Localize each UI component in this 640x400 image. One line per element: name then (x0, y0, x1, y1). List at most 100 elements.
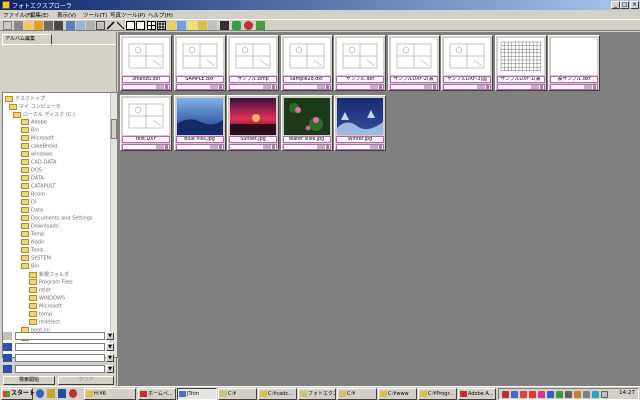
thumbnail-item[interactable]: サンプルDXF-2(表 (387, 35, 440, 91)
tree-item[interactable]: DATA (21, 175, 44, 183)
menu-photo-tools[interactable]: 写真ツール(P) (110, 11, 145, 19)
thumbnail-image[interactable] (230, 98, 276, 135)
thumbnail-image[interactable] (176, 98, 223, 135)
thumbnail-image[interactable] (283, 98, 330, 135)
tree-item[interactable]: Adobe (21, 119, 47, 127)
open-folder-icon[interactable] (34, 21, 43, 30)
thumbnail-item[interactable]: 3menzu.dxf (120, 35, 172, 91)
tree-item[interactable]: ntldr (29, 287, 51, 295)
tree-scrollbar[interactable] (110, 93, 117, 357)
minimize-button[interactable]: _ (611, 1, 620, 9)
thumbnail-image[interactable] (337, 98, 383, 135)
thumbnail-image[interactable] (497, 38, 544, 75)
thumbnail-item[interactable]: SAMPLE.dxf (173, 35, 226, 91)
thumbnail-item[interactable]: Winter.jpg (334, 95, 386, 151)
tree-item[interactable]: WINDOWS (29, 295, 65, 303)
thumbnail-menu-icon[interactable] (272, 85, 275, 89)
line-icon[interactable] (116, 21, 125, 30)
thumbnail-menu-icon[interactable] (165, 145, 168, 149)
globe-icon[interactable] (232, 21, 241, 30)
chevron-down-icon[interactable]: ▼ (106, 343, 114, 351)
thumbnail-image[interactable] (176, 38, 223, 75)
explorer-icon[interactable] (47, 389, 55, 398)
tray-icon[interactable] (538, 391, 545, 398)
tree-item[interactable]: CATAPULT (21, 183, 55, 191)
tree-item[interactable]: 新規フォルダ (29, 271, 69, 279)
scan-icon[interactable] (96, 21, 105, 30)
thumbnail-item[interactable]: Sunset.jpg (227, 95, 279, 151)
tree-item[interactable]: Bin (21, 127, 39, 135)
tree-item[interactable]: Di (21, 199, 36, 207)
menu-file[interactable]: ファイル(F) (3, 11, 32, 19)
start-button[interactable]: スタート (1, 388, 35, 400)
tray-icon[interactable] (592, 391, 599, 398)
tray-icon[interactable] (511, 391, 518, 398)
tree-item[interactable]: Data (21, 207, 43, 215)
thumbnail-item[interactable]: サンプル.dxf (334, 35, 386, 91)
thumbnail-item[interactable]: test.DXF (120, 95, 172, 151)
taskbar-button[interactable]: C:¥Progr... (418, 388, 457, 400)
thumbnail-image[interactable] (444, 38, 490, 75)
frame-icon[interactable] (136, 21, 145, 30)
search-field-3[interactable] (15, 354, 105, 362)
tree-item[interactable]: Bcom (21, 191, 45, 199)
grid-icon[interactable] (147, 21, 156, 30)
maximize-button[interactable]: □ (620, 1, 629, 9)
thumbnail-item[interactable]: サンプルDXF-1(表 (494, 35, 547, 91)
tray-icon[interactable] (520, 391, 527, 398)
tree-item[interactable]: Temp (21, 231, 44, 239)
thumbnail-menu-icon[interactable] (593, 85, 596, 89)
thumbnail-image[interactable] (337, 38, 383, 75)
print-icon[interactable] (54, 21, 63, 30)
ie-icon[interactable] (36, 389, 44, 398)
thumbnail-view[interactable]: 3menzu.dxf SAMPLE.dxf サンプル.bmp sample2d.dxf… (118, 32, 640, 386)
pencil-icon[interactable] (106, 21, 115, 30)
tray-icon[interactable] (547, 391, 554, 398)
taskbar-button[interactable]: C:¥cadc... (258, 388, 297, 400)
table-icon[interactable] (157, 21, 166, 30)
slideshow-icon[interactable] (208, 21, 217, 30)
tree-item[interactable]: Tools (21, 247, 43, 255)
tray-icon[interactable] (556, 391, 563, 398)
thumbnail-image[interactable] (390, 38, 437, 75)
taskbar-button[interactable]: Adobe A... (458, 388, 496, 400)
copy-icon[interactable] (66, 21, 75, 30)
search-field-4[interactable] (15, 365, 105, 373)
thumbnail-menu-icon[interactable] (218, 145, 222, 149)
close-button[interactable]: × (630, 1, 639, 9)
rectangle-icon[interactable] (126, 21, 135, 30)
menu-help[interactable]: ヘルプ(H) (148, 11, 173, 19)
taskbar-button[interactable]: JTrim (177, 388, 217, 400)
thumbnail-menu-icon[interactable] (539, 85, 543, 89)
tree-item[interactable]: マイ コンピュータ (9, 103, 61, 111)
tag-icon[interactable] (198, 21, 207, 30)
tree-item[interactable]: temp (29, 311, 52, 319)
tree-item[interactable]: DOS (21, 167, 42, 175)
thumbnail-image[interactable] (283, 38, 330, 75)
thumbnail-menu-icon[interactable] (379, 145, 382, 149)
layout-icon[interactable] (177, 21, 186, 30)
tray-icon[interactable] (601, 391, 608, 398)
thumbnail-menu-icon[interactable] (379, 85, 382, 89)
image-icon[interactable] (86, 21, 95, 30)
thumbnail-item[interactable]: サンプル.bmp (227, 35, 279, 91)
search-start-button[interactable]: 検索開始 (3, 376, 55, 385)
tray-icon[interactable] (574, 391, 581, 398)
thumbnail-item[interactable]: サンプルDXF-3(図 (441, 35, 493, 91)
tree-item[interactable]: ntdetect (29, 319, 60, 327)
chevron-down-icon[interactable]: ▼ (106, 332, 114, 340)
thumbnail-menu-icon[interactable] (325, 85, 329, 89)
thumbnail-menu-icon[interactable] (486, 85, 489, 89)
mail-icon[interactable] (244, 21, 253, 30)
tree-item[interactable]: CAD-DATA (21, 159, 56, 167)
folder-tree[interactable]: デスクトップ マイ コンピュータ ローカル ディスク (C:) Adobe Bin Mic… (2, 92, 118, 358)
up-folder-icon[interactable] (14, 21, 23, 30)
search-field-1[interactable] (15, 332, 105, 340)
thumbnail-image[interactable] (551, 38, 597, 75)
chevron-down-icon[interactable]: ▼ (106, 365, 114, 373)
tree-item[interactable]: Nodir (21, 239, 44, 247)
desktop-icon[interactable] (58, 389, 66, 398)
taskbar-button[interactable]: C:¥www (378, 388, 417, 400)
volume-icon[interactable] (565, 391, 572, 398)
thumbnail-menu-icon[interactable] (432, 85, 436, 89)
